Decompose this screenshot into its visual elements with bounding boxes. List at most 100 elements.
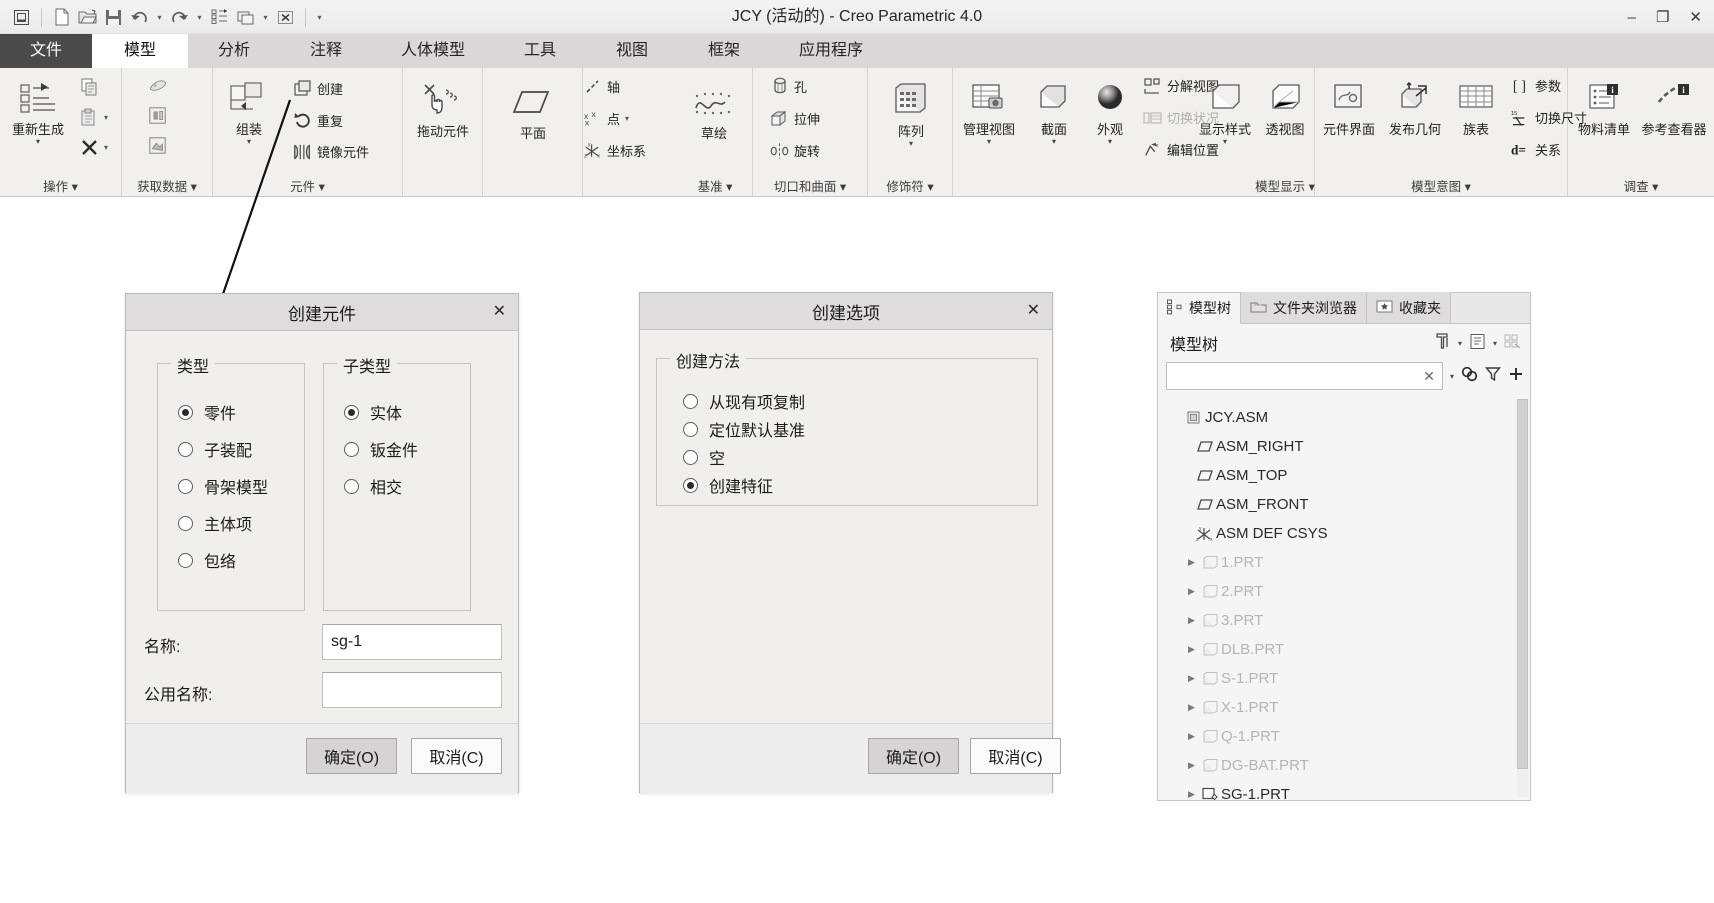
- datum-plane-button[interactable]: 平面: [497, 80, 569, 142]
- tab-view[interactable]: 视图: [586, 34, 678, 68]
- common-name-input[interactable]: [322, 672, 502, 708]
- appearance-button[interactable]: 外观 ▾: [1083, 76, 1137, 146]
- section-dropdown-icon[interactable]: ▾: [1025, 137, 1083, 146]
- sketch-button[interactable]: 草绘: [678, 80, 750, 142]
- revolve-button[interactable]: 旋转: [770, 141, 820, 160]
- regenerate-button[interactable]: 重新生成 ▾: [2, 76, 74, 146]
- radio-copy-from-existing[interactable]: 从现有项复制: [683, 389, 805, 413]
- import-button[interactable]: [148, 76, 167, 95]
- reference-viewer-button[interactable]: i 参考查看器: [1638, 76, 1710, 138]
- radio-solid[interactable]: 实体: [344, 400, 402, 424]
- expand-arrow-icon[interactable]: ▶: [1184, 615, 1199, 626]
- radio-sheetmetal[interactable]: 钣金件: [344, 437, 418, 461]
- regenerate-dropdown-icon[interactable]: ▾: [2, 137, 74, 146]
- radio-bulk-item[interactable]: 主体项: [178, 511, 252, 535]
- radio-envelope[interactable]: 包络: [178, 548, 236, 572]
- create-component-cancel-button[interactable]: 取消(C): [411, 738, 502, 774]
- appearance-dropdown-icon[interactable]: ▾: [1083, 137, 1137, 146]
- search-input[interactable]: ✕: [1166, 362, 1443, 390]
- search-dropdown-icon[interactable]: ▾: [1450, 372, 1454, 381]
- merge-button[interactable]: [148, 106, 167, 125]
- tab-manikin[interactable]: 人体模型: [372, 34, 494, 68]
- family-table-button[interactable]: 族表: [1447, 76, 1505, 138]
- list-item[interactable]: ▶ 1.PRT: [1158, 548, 1530, 577]
- ribbon-group-label-modifiers[interactable]: 修饰符 ▾: [868, 176, 952, 195]
- settings-dropdown-icon[interactable]: ▾: [1493, 339, 1497, 348]
- minimize-button[interactable]: –: [1628, 10, 1636, 25]
- quick-access-toolbar[interactable]: ▾ ▾ ▾ ▾: [10, 2, 325, 32]
- paste-dropdown-icon[interactable]: ▾: [104, 113, 108, 122]
- display-icon[interactable]: [1504, 333, 1522, 354]
- window-controls[interactable]: – ❐ ✕: [1628, 0, 1702, 34]
- delete-dropdown-icon[interactable]: ▾: [104, 143, 108, 152]
- open-folder-icon[interactable]: [76, 4, 99, 30]
- coordinate-system-button[interactable]: yz x 坐标系: [583, 141, 646, 160]
- model-tree-search-row[interactable]: ✕ ▾: [1166, 362, 1524, 390]
- tree-filters-icon[interactable]: [1434, 332, 1451, 354]
- publish-geometry-button[interactable]: 发布几何: [1381, 76, 1449, 138]
- mirror-component-button[interactable]: 镜像元件: [293, 142, 369, 161]
- extrude-button[interactable]: 拉伸: [770, 109, 820, 128]
- expand-arrow-icon[interactable]: ▶: [1184, 557, 1199, 568]
- regenerate-icon[interactable]: [208, 4, 231, 30]
- maximize-button[interactable]: ❐: [1656, 10, 1669, 25]
- datum-point-button[interactable]: xxx 点 ▾: [583, 109, 629, 128]
- datum-axis-button[interactable]: 轴: [583, 77, 620, 96]
- find-icon[interactable]: [1461, 366, 1478, 387]
- window-switch-icon[interactable]: [234, 4, 257, 30]
- undo-icon[interactable]: [128, 4, 151, 30]
- list-item[interactable]: ▶ DG-BAT.PRT: [1158, 751, 1530, 780]
- radio-intersect[interactable]: 相交: [344, 474, 402, 498]
- list-item[interactable]: ▶ SG-1.PRT: [1158, 780, 1530, 800]
- relations-button[interactable]: d= 关系: [1511, 140, 1561, 159]
- list-item[interactable]: ▶ 2.PRT: [1158, 577, 1530, 606]
- model-tree-scrollbar-thumb[interactable]: [1517, 399, 1528, 769]
- expand-arrow-icon[interactable]: ▶: [1184, 586, 1199, 597]
- ribbon-group-label-component[interactable]: 元件 ▾: [213, 176, 402, 195]
- drag-component-button[interactable]: 拖动元件: [407, 78, 479, 140]
- window-switch-dropdown-icon[interactable]: ▾: [260, 13, 271, 22]
- tab-framework[interactable]: 框架: [678, 34, 770, 68]
- pattern-button[interactable]: 阵列 ▾: [875, 78, 947, 148]
- new-file-icon[interactable]: [50, 4, 73, 30]
- perspective-button[interactable]: 透视图: [1249, 76, 1321, 138]
- expand-arrow-icon[interactable]: ▶: [1184, 789, 1199, 800]
- bom-button[interactable]: i 物料清单: [1568, 76, 1640, 138]
- undo-dropdown-icon[interactable]: ▾: [154, 13, 165, 22]
- settings-icon[interactable]: [1469, 333, 1486, 354]
- tab-tools[interactable]: 工具: [494, 34, 586, 68]
- radio-empty[interactable]: 空: [683, 445, 725, 469]
- create-component-ok-button[interactable]: 确定(O): [306, 738, 397, 774]
- tab-applications[interactable]: 应用程序: [770, 34, 892, 68]
- ribbon-group-label-get-data[interactable]: 获取数据 ▾: [122, 176, 212, 195]
- expand-arrow-icon[interactable]: ▶: [1184, 673, 1199, 684]
- close-window-icon[interactable]: [274, 4, 297, 30]
- dialog-creation-options[interactable]: 创建选项 ✕ 创建方法 从现有项复制 定位默认基准 空 创建特征 确定(O) 取…: [639, 292, 1061, 794]
- ribbon-group-label-investigate[interactable]: 调查 ▾: [1568, 176, 1714, 195]
- list-item[interactable]: yz x ASM DEF CSYS: [1158, 519, 1530, 548]
- delete-button[interactable]: ▾: [80, 138, 108, 157]
- list-item[interactable]: ▶ S-1.PRT: [1158, 664, 1530, 693]
- customize-qat-icon[interactable]: ▾: [314, 13, 325, 22]
- close-button[interactable]: ✕: [1689, 10, 1702, 25]
- save-icon[interactable]: [102, 4, 125, 30]
- expand-arrow-icon[interactable]: ▶: [1184, 731, 1199, 742]
- ribbon-group-label-cut-surface[interactable]: 切口和曲面 ▾: [753, 176, 867, 195]
- expand-arrow-icon[interactable]: ▶: [1184, 702, 1199, 713]
- list-item[interactable]: ASM_FRONT: [1158, 490, 1530, 519]
- tab-analysis[interactable]: 分析: [188, 34, 280, 68]
- model-tree-scrollbar[interactable]: [1517, 399, 1528, 797]
- ribbon-group-label-model-intent[interactable]: 模型意图 ▾: [1315, 176, 1567, 195]
- display-style-dropdown-icon[interactable]: ▾: [1189, 137, 1261, 146]
- pattern-dropdown-icon[interactable]: ▾: [875, 139, 947, 148]
- assemble-dropdown-icon[interactable]: ▾: [213, 137, 285, 146]
- clear-search-icon[interactable]: ✕: [1423, 368, 1435, 385]
- manage-views-dropdown-icon[interactable]: ▾: [953, 137, 1025, 146]
- window-icon[interactable]: [10, 4, 33, 30]
- dialog-create-component[interactable]: 创建元件 ✕ 类型 零件 子装配 骨架模型 主体项 包络 子类型 实体 钣金件 …: [125, 293, 519, 794]
- manage-views-button[interactable]: 管理视图 ▾: [953, 76, 1025, 146]
- redo-icon[interactable]: [168, 4, 191, 30]
- model-tree-panel[interactable]: 模型树 文件夹浏览器 收藏夹 模型树 ▾ ▾ ✕ ▾ JCY.ASM ASM_R…: [1157, 292, 1531, 801]
- radio-skeleton-model[interactable]: 骨架模型: [178, 474, 268, 498]
- parameters-button[interactable]: [ ] 参数: [1511, 76, 1561, 95]
